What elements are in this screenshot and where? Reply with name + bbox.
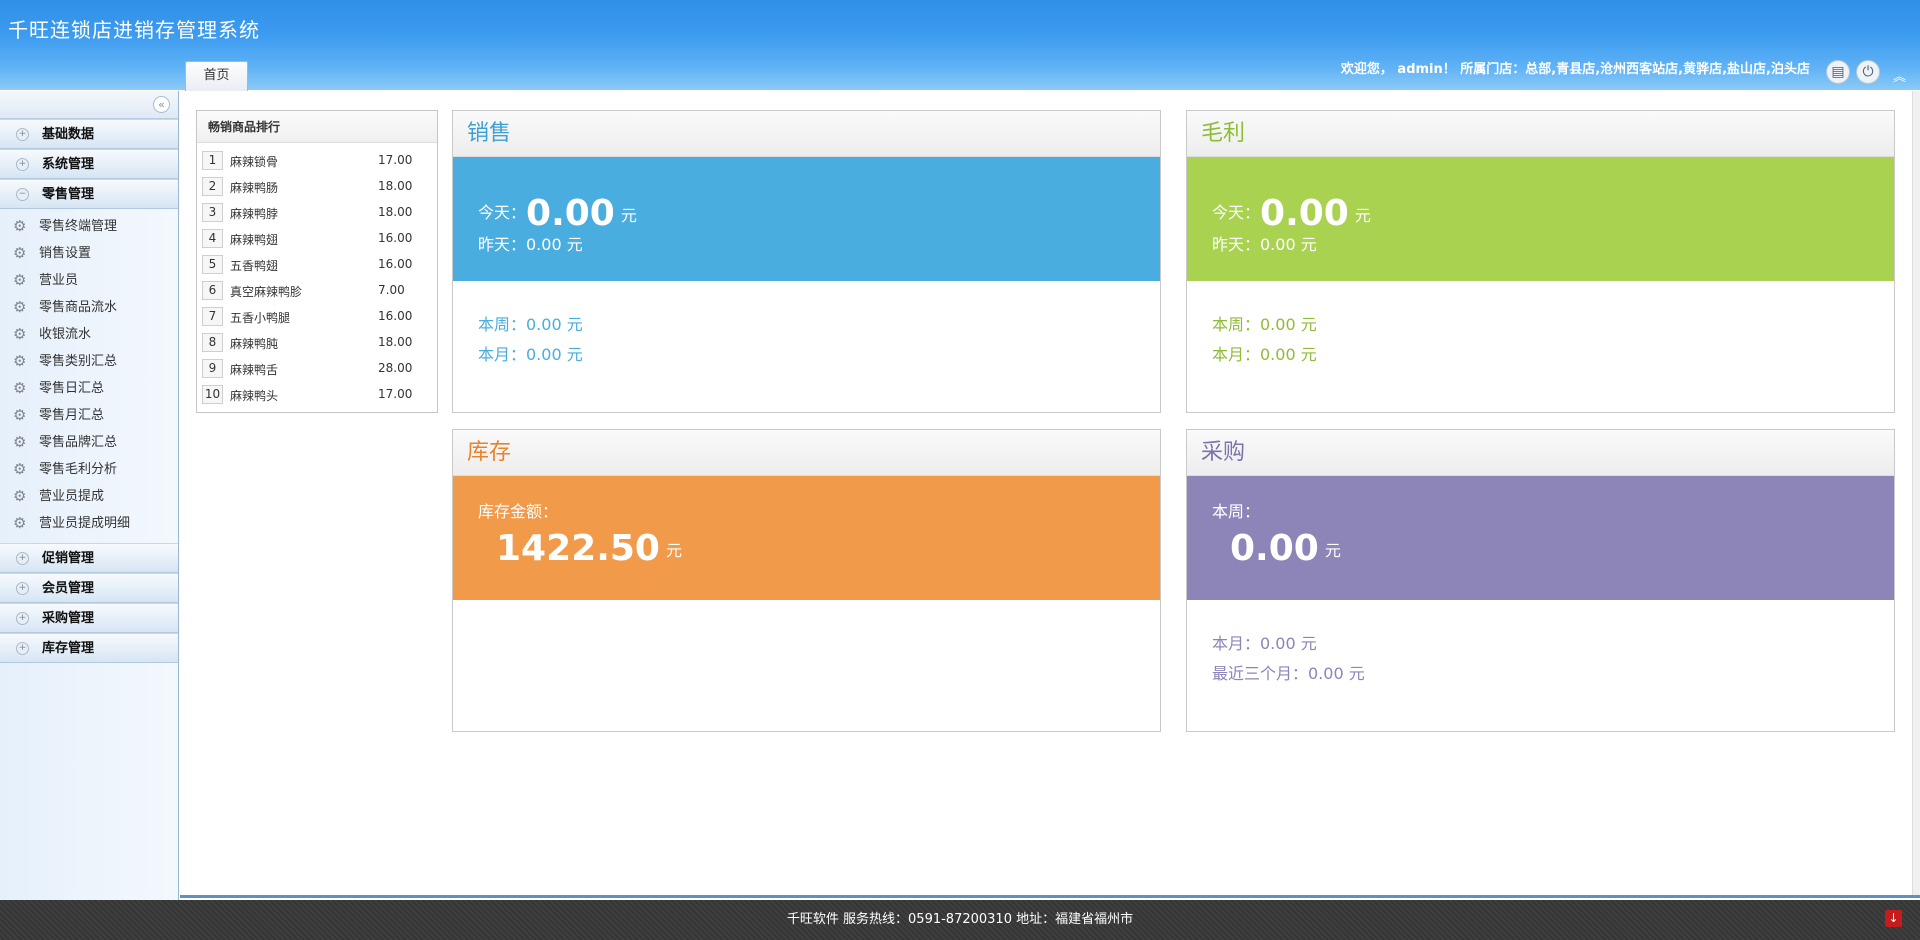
clipboard-icon[interactable]: ▤ xyxy=(1826,60,1850,84)
sidebar: « + 基础数据 + 系统管理 − 零售管理 ⚙ 零售终端管理 ⚙ 销售设置 ⚙ 营业… xyxy=(0,91,179,900)
rank-row[interactable]: 4 麻辣鸭翅 16.00 xyxy=(202,227,430,249)
gear-icon: ⚙ xyxy=(13,298,27,316)
sidebar-item[interactable]: ⚙ 营业员提成明细 xyxy=(0,510,178,537)
sidebar-group-label: 促销管理 xyxy=(42,551,95,566)
gear-icon: ⚙ xyxy=(13,433,27,451)
gear-icon: ⚙ xyxy=(13,487,27,505)
sidebar-group-retail[interactable]: − 零售管理 xyxy=(0,179,178,209)
rank-row[interactable]: 1 麻辣锁骨 17.00 xyxy=(202,149,430,171)
purchase-three-months: 最近三个月：0.00 元 xyxy=(1212,664,1365,683)
sales-week: 本周：0.00 元 xyxy=(478,315,583,334)
sidebar-item[interactable]: ⚙ 零售商品流水 xyxy=(0,294,178,321)
sidebar-item[interactable]: ⚙ 零售终端管理 xyxy=(0,213,178,240)
sales-card: 销售 今天：0.00 元 昨天：0.00 元 本周：0.00 元 本月：0.00 … xyxy=(452,110,1161,413)
sidebar-group-label: 系统管理 xyxy=(42,157,95,172)
sidebar-item[interactable]: ⚙ 销售设置 xyxy=(0,240,178,267)
sidebar-group-label: 库存管理 xyxy=(42,641,95,656)
rank-row[interactable]: 3 麻辣鸭脖 18.00 xyxy=(202,201,430,223)
sidebar-group-label: 基础数据 xyxy=(42,127,95,142)
double-chevron-left-icon[interactable]: « xyxy=(153,96,170,113)
inventory-amount-label: 库存金额： xyxy=(478,502,559,521)
card-title: 库存 xyxy=(453,430,1160,476)
gear-icon: ⚙ xyxy=(13,406,27,424)
best-seller-panel: 畅销商品排行 1 麻辣锁骨 17.00 2 麻辣鸭肠 18.00 3 麻辣鸭脖 18.00 … xyxy=(196,110,438,413)
inventory-amount: 1422.50 元 xyxy=(496,528,682,569)
purchase-band: 本周： 0.00 元 xyxy=(1187,476,1894,600)
sidebar-group-member[interactable]: + 会员管理 xyxy=(0,573,178,603)
power-icon[interactable]: ⏻ xyxy=(1856,60,1880,84)
gear-icon: ⚙ xyxy=(13,460,27,478)
gear-icon: ⚙ xyxy=(13,271,27,289)
card-title: 采购 xyxy=(1187,430,1894,476)
sidebar-item[interactable]: ⚙ 营业员 xyxy=(0,267,178,294)
sales-band: 今天：0.00 元 昨天：0.00 元 xyxy=(453,157,1160,281)
gear-icon: ⚙ xyxy=(13,379,27,397)
welcome-text: 欢迎您， admin！ 所属门店：总部,青县店,沧州西客站店,黄骅店,盐山店,泊… xyxy=(1340,62,1810,77)
gear-icon: ⚙ xyxy=(13,244,27,262)
top-header: 千旺连锁店进销存管理系统 首页 欢迎您， admin！ 所属门店：总部,青县店,… xyxy=(0,0,1920,91)
gear-icon: ⚙ xyxy=(13,217,27,235)
collapse-icon: − xyxy=(16,188,29,201)
inventory-band: 库存金额： 1422.50 元 xyxy=(453,476,1160,600)
sidebar-group-inventory[interactable]: + 库存管理 xyxy=(0,633,178,663)
profit-today: 今天：0.00 元 xyxy=(1212,193,1371,234)
inventory-card: 库存 库存金额： 1422.50 元 xyxy=(452,429,1161,732)
gear-icon: ⚙ xyxy=(13,325,27,343)
footer: 千旺软件 服务热线：0591-87200310 地址：福建省福州市 ↓ xyxy=(0,900,1920,940)
expand-icon: + xyxy=(16,158,29,171)
sales-today: 今天：0.00 元 xyxy=(478,193,637,234)
expand-icon: + xyxy=(16,552,29,565)
sidebar-item[interactable]: ⚙ 零售品牌汇总 xyxy=(0,429,178,456)
sidebar-toolbar: « xyxy=(0,91,178,119)
content-bottom-border xyxy=(180,895,1920,898)
sidebar-item[interactable]: ⚙ 零售日汇总 xyxy=(0,375,178,402)
purchase-month: 本月：0.00 元 xyxy=(1212,634,1317,653)
card-title: 销售 xyxy=(453,111,1160,157)
purchase-week: 0.00 元 xyxy=(1230,528,1341,569)
rank-row[interactable]: 5 五香鸭翅 16.00 xyxy=(202,253,430,275)
sidebar-item[interactable]: ⚙ 零售月汇总 xyxy=(0,402,178,429)
rank-row[interactable]: 2 麻辣鸭肠 18.00 xyxy=(202,175,430,197)
rank-row[interactable]: 9 麻辣鸭舌 28.00 xyxy=(202,357,430,379)
card-title: 毛利 xyxy=(1187,111,1894,157)
rank-row[interactable]: 8 麻辣鸭肫 18.00 xyxy=(202,331,430,353)
gear-icon: ⚙ xyxy=(13,514,27,532)
purchase-week-label: 本周： xyxy=(1212,502,1261,521)
profit-month: 本月：0.00 元 xyxy=(1212,345,1317,364)
sidebar-item[interactable]: ⚙ 零售类别汇总 xyxy=(0,348,178,375)
sidebar-item[interactable]: ⚙ 零售毛利分析 xyxy=(0,456,178,483)
sidebar-group-purchase[interactable]: + 采购管理 xyxy=(0,603,178,633)
retail-submenu: ⚙ 零售终端管理 ⚙ 销售设置 ⚙ 营业员 ⚙ 零售商品流水 ⚙ 收银流水 ⚙ 零售类别汇总… xyxy=(0,209,178,543)
expand-icon: + xyxy=(16,642,29,655)
sidebar-item[interactable]: ⚙ 营业员提成 xyxy=(0,483,178,510)
main-scrollbar[interactable] xyxy=(1912,91,1920,896)
sidebar-group-promotion[interactable]: + 促销管理 xyxy=(0,543,178,573)
purchase-card: 采购 本周： 0.00 元 本月：0.00 元 最近三个月：0.00 元 xyxy=(1186,429,1895,732)
arrow-down-icon[interactable]: ↓ xyxy=(1885,910,1902,927)
profit-band: 今天：0.00 元 昨天：0.00 元 xyxy=(1187,157,1894,281)
expand-icon: + xyxy=(16,128,29,141)
sidebar-group-label: 零售管理 xyxy=(42,187,95,202)
profit-week: 本周：0.00 元 xyxy=(1212,315,1317,334)
rank-row[interactable]: 10 麻辣鸭头 17.00 xyxy=(202,383,430,405)
sidebar-group-system[interactable]: + 系统管理 xyxy=(0,149,178,179)
expand-icon: + xyxy=(16,612,29,625)
sidebar-group-label: 会员管理 xyxy=(42,581,95,596)
rank-row[interactable]: 6 真空麻辣鸭胗 7.00 xyxy=(202,279,430,301)
sidebar-item[interactable]: ⚙ 收银流水 xyxy=(0,321,178,348)
panel-title: 畅销商品排行 xyxy=(197,111,437,143)
collapse-up-icon[interactable]: ︽ xyxy=(1893,66,1906,85)
sales-yesterday: 昨天：0.00 元 xyxy=(478,235,583,254)
sidebar-group-basic-data[interactable]: + 基础数据 xyxy=(0,119,178,149)
footer-text: 千旺软件 服务热线：0591-87200310 地址：福建省福州市 xyxy=(786,912,1134,927)
profit-card: 毛利 今天：0.00 元 昨天：0.00 元 本周：0.00 元 本月：0.00 … xyxy=(1186,110,1895,413)
tab-home[interactable]: 首页 xyxy=(185,61,248,91)
gear-icon: ⚙ xyxy=(13,352,27,370)
sales-month: 本月：0.00 元 xyxy=(478,345,583,364)
app-title: 千旺连锁店进销存管理系统 xyxy=(8,18,260,42)
profit-yesterday: 昨天：0.00 元 xyxy=(1212,235,1317,254)
sidebar-group-label: 采购管理 xyxy=(42,611,95,626)
expand-icon: + xyxy=(16,582,29,595)
rank-row[interactable]: 7 五香小鸭腿 16.00 xyxy=(202,305,430,327)
